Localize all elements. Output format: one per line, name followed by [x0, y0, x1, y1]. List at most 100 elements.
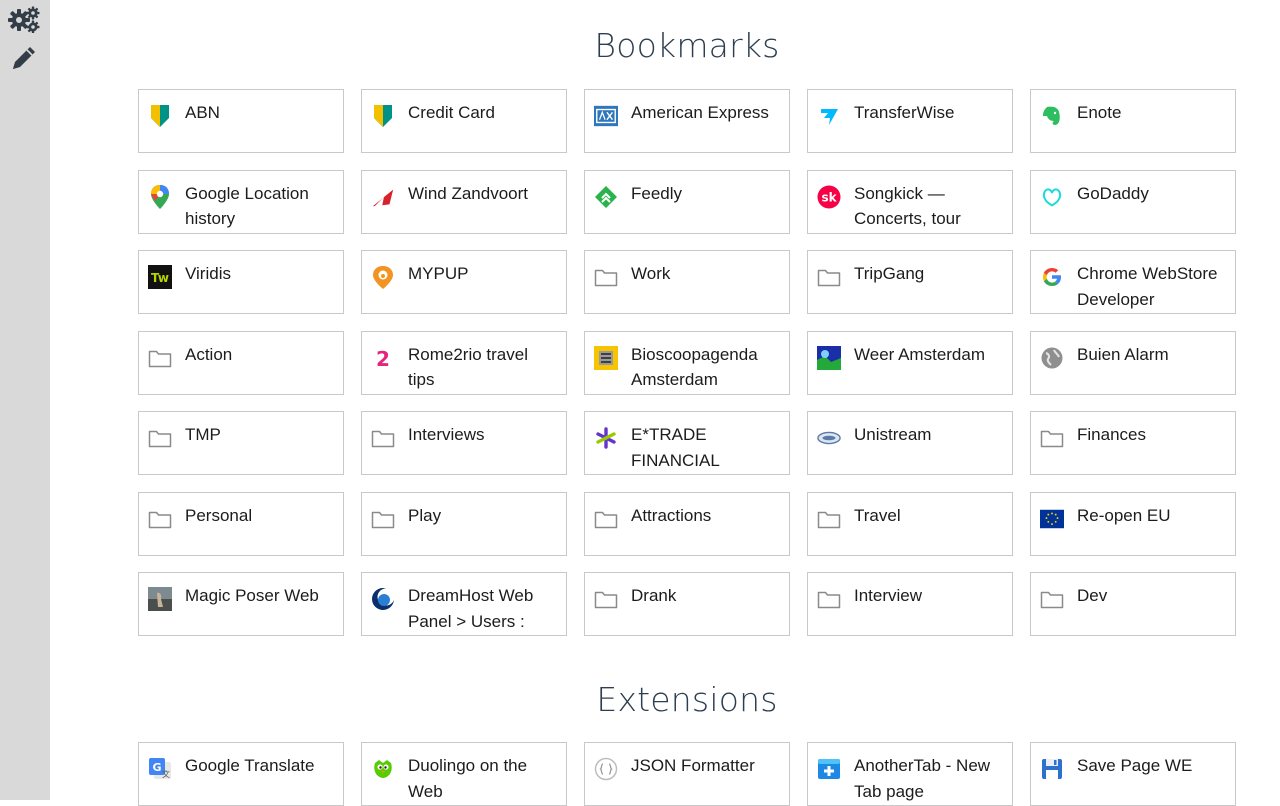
bookmark-label: Attractions: [631, 505, 712, 525]
etrade-icon: [594, 426, 618, 450]
folder-icon: [148, 346, 172, 370]
bookmark-tile[interactable]: Buien Alarm: [1030, 330, 1236, 395]
extension-label: Google Translate: [185, 756, 315, 775]
svg-text:2: 2: [376, 347, 390, 370]
bookmark-label: Credit Card: [408, 103, 495, 122]
bookmark-label: E*TRADE FINANCIAL: [631, 425, 720, 470]
bookmark-label: Dev: [1077, 586, 1108, 605]
bookmark-tile[interactable]: Tw Viridis: [138, 250, 344, 314]
amex-icon: [594, 104, 618, 128]
bookmark-label: GoDaddy: [1077, 183, 1149, 203]
svg-text:sk: sk: [821, 190, 837, 204]
extension-label: AnotherTab - New Tab page: [854, 756, 991, 801]
settings-button[interactable]: [6, 2, 42, 36]
folder-icon: [148, 507, 172, 531]
bookmark-label: Drank: [631, 586, 677, 605]
bookmark-tile[interactable]: Unistream: [807, 411, 1013, 475]
bookmark-label: Chrome WebStore Developer: [1077, 264, 1218, 309]
bookmark-tile[interactable]: Magic Poser Web: [138, 572, 344, 636]
bookmark-label: Viridis: [185, 264, 231, 283]
bookmark-label: Unistream: [854, 425, 932, 444]
abn-icon: [371, 104, 395, 128]
folder-icon: [817, 265, 841, 289]
extension-tile[interactable]: JSON Formatter: [584, 742, 790, 806]
bookmark-tile[interactable]: Wind Zandvoort: [361, 169, 567, 234]
bookmark-label: Action: [185, 344, 233, 364]
bookmark-label: Feedly: [631, 183, 683, 203]
bookmark-tile[interactable]: Re-open EU: [1030, 491, 1236, 556]
bookmark-tile[interactable]: TripGang: [807, 250, 1013, 314]
anothertab-icon: [817, 757, 841, 781]
bookmark-label: Personal: [185, 505, 253, 525]
bookmarks-grid: ABN Credit Card American Express TransferWi…: [138, 89, 1236, 636]
bookmark-tile[interactable]: Work: [584, 250, 790, 314]
bookmark-label: TMP: [185, 425, 221, 444]
bookmark-tile[interactable]: DreamHost Web Panel > Users :: [361, 572, 567, 636]
bookmark-tile[interactable]: Action: [138, 330, 344, 395]
windsurf-icon: [371, 185, 395, 209]
bookmark-tile[interactable]: Interview: [807, 572, 1013, 636]
bookmark-tile[interactable]: Travel: [807, 491, 1013, 556]
bookmark-label: Wind Zandvoort: [408, 183, 528, 203]
bookmark-tile[interactable]: Bioscoopagenda Amsterdam: [584, 330, 790, 395]
bookmark-label: TripGang: [854, 264, 925, 283]
bookmark-tile[interactable]: Attractions: [584, 491, 790, 556]
bookmark-label: American Express: [631, 103, 769, 122]
extension-label: JSON Formatter: [631, 756, 755, 775]
maps-pin-icon: [148, 184, 172, 209]
bioscoop-icon: [594, 345, 618, 370]
bookmark-tile[interactable]: Weer Amsterdam: [807, 330, 1013, 395]
sidebar: [0, 0, 50, 800]
extensions-grid: G 文 Google Translate Duolingo on the Web JSO…: [138, 742, 1236, 806]
bookmark-label: Buien Alarm: [1077, 344, 1169, 364]
folder-icon: [1040, 426, 1064, 450]
bookmark-tile[interactable]: Drank: [584, 572, 790, 636]
bookmark-tile[interactable]: GoDaddy: [1030, 169, 1236, 234]
extension-label: Duolingo on the Web: [408, 756, 528, 801]
feedly-icon: [594, 185, 618, 209]
bookmark-tile[interactable]: TMP: [138, 411, 344, 475]
bookmark-tile[interactable]: Dev: [1030, 572, 1236, 636]
pencil-icon: [10, 44, 38, 72]
extension-tile[interactable]: Duolingo on the Web: [361, 742, 567, 806]
bookmark-tile[interactable]: Enote: [1030, 89, 1236, 153]
bookmark-label: Weer Amsterdam: [854, 344, 986, 364]
extension-tile[interactable]: Save Page WE: [1030, 742, 1236, 806]
bookmark-tile[interactable]: Google Location history: [138, 169, 344, 234]
bookmark-label: Interviews: [408, 425, 485, 444]
bookmark-label: Bioscoopagenda Amsterdam: [631, 344, 758, 390]
bookmark-tile[interactable]: MYPUP: [361, 250, 567, 314]
bookmarks-heading: Bookmarks: [594, 26, 780, 65]
edit-button[interactable]: [6, 41, 42, 75]
folder-icon: [817, 587, 841, 611]
tw-icon: Tw: [148, 265, 172, 289]
bookmark-tile[interactable]: Interviews: [361, 411, 567, 475]
extension-tile[interactable]: G 文 Google Translate: [138, 742, 344, 806]
bookmark-label: TransferWise: [854, 103, 955, 122]
bookmark-tile[interactable]: 2 Rome2rio travel tips: [361, 330, 567, 395]
google-translate-icon: G文: [148, 757, 172, 781]
extensions-heading: Extensions: [596, 680, 778, 719]
bookmark-label: ABN: [185, 103, 220, 122]
floppy-icon: [1040, 757, 1064, 781]
bookmark-tile[interactable]: Play: [361, 491, 567, 556]
bookmark-tile[interactable]: American Express: [584, 89, 790, 153]
globe-icon: [1040, 346, 1064, 370]
svg-text:G: G: [152, 761, 161, 774]
svg-text:文: 文: [162, 769, 170, 779]
bookmark-tile[interactable]: Chrome WebStore Developer: [1030, 250, 1236, 314]
godaddy-icon: [1040, 185, 1064, 209]
bookmark-tile[interactable]: sk Songkick — Concerts, tour: [807, 169, 1013, 234]
bookmark-label: Interview: [854, 586, 923, 605]
bookmark-tile[interactable]: ABN: [138, 89, 344, 153]
extension-tile[interactable]: AnotherTab - New Tab page: [807, 742, 1013, 806]
bookmark-tile[interactable]: TransferWise: [807, 89, 1013, 153]
bookmark-tile[interactable]: E*TRADE FINANCIAL: [584, 411, 790, 475]
bookmark-label: Work: [631, 264, 671, 283]
bookmark-tile[interactable]: Personal: [138, 491, 344, 556]
bookmark-tile[interactable]: Finances: [1030, 411, 1236, 475]
bookmark-tile[interactable]: Feedly: [584, 169, 790, 234]
bookmark-tile[interactable]: Credit Card: [361, 89, 567, 153]
bookmark-label: Play: [408, 505, 442, 525]
photo-icon: [148, 587, 172, 611]
